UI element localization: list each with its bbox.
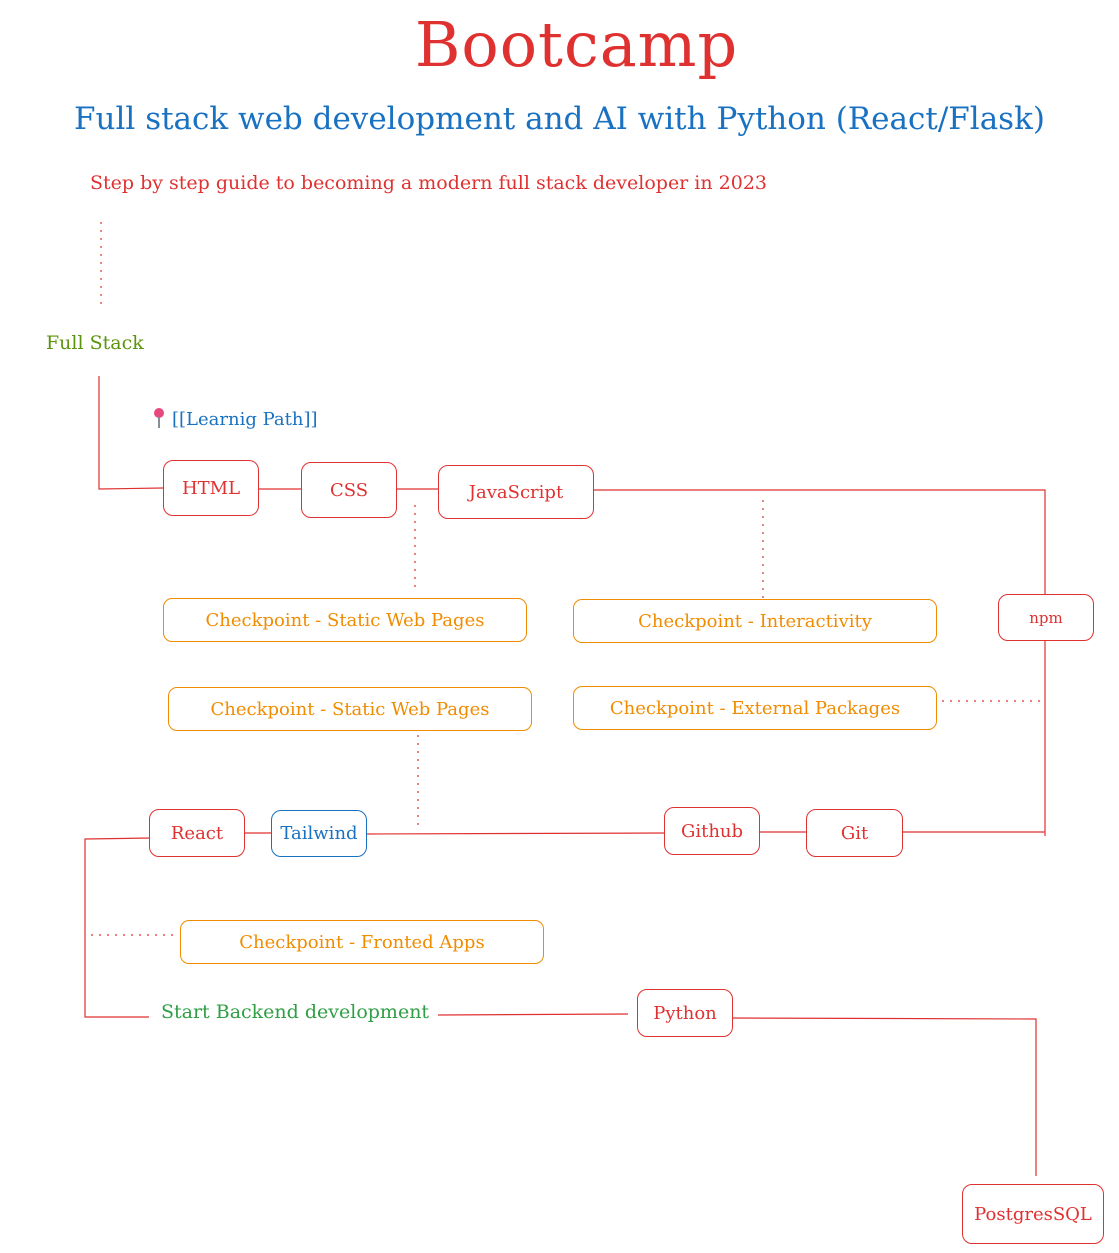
node-css-label: CSS [329, 479, 369, 501]
node-css[interactable]: CSS [301, 462, 397, 518]
learning-path-label: [[Learnig Path]] [172, 408, 318, 430]
node-javascript[interactable]: JavaScript [438, 465, 594, 519]
node-npm[interactable]: npm [998, 594, 1094, 641]
backend-start-label: Start Backend development [157, 1001, 434, 1023]
node-javascript-label: JavaScript [468, 481, 564, 503]
node-github-label: Github [680, 820, 744, 842]
checkpoint-interactivity[interactable]: Checkpoint - Interactivity [573, 599, 937, 643]
checkpoint-static-web-pages-1[interactable]: Checkpoint - Static Web Pages [163, 598, 527, 642]
pin-icon [152, 408, 166, 430]
node-tailwind-label: Tailwind [280, 823, 358, 844]
node-npm-label: npm [1029, 608, 1063, 627]
node-python-label: Python [653, 1002, 717, 1024]
full-stack-label: Full Stack [46, 332, 144, 354]
node-tailwind[interactable]: Tailwind [271, 810, 367, 857]
page-subtitle: Full stack web development and AI with P… [74, 101, 1045, 137]
checkpoint-frontend-label: Checkpoint - Fronted Apps [239, 931, 485, 953]
node-python[interactable]: Python [637, 989, 733, 1037]
node-react-label: React [170, 822, 224, 844]
checkpoint-external-label: Checkpoint - External Packages [609, 697, 901, 719]
node-postgressql[interactable]: PostgresSQL [962, 1184, 1104, 1244]
node-postgres-label: PostgresSQL [974, 1203, 1092, 1225]
checkpoint-fronted-apps[interactable]: Checkpoint - Fronted Apps [180, 920, 544, 964]
checkpoint-interactivity-label: Checkpoint - Interactivity [638, 610, 872, 632]
node-react[interactable]: React [149, 809, 245, 857]
node-git[interactable]: Git [806, 809, 903, 857]
checkpoint-external-packages[interactable]: Checkpoint - External Packages [573, 686, 937, 730]
node-git-label: Git [840, 822, 869, 844]
learning-path-link[interactable]: [[Learnig Path]] [152, 408, 318, 430]
node-html[interactable]: HTML [163, 460, 259, 516]
node-html-label: HTML [181, 477, 241, 499]
node-github[interactable]: Github [664, 807, 760, 855]
checkpoint-static-web-pages-2[interactable]: Checkpoint - Static Web Pages [168, 687, 532, 731]
checkpoint-static-2-label: Checkpoint - Static Web Pages [210, 698, 490, 720]
guide-text: Step by step guide to becoming a modern … [90, 172, 768, 194]
checkpoint-static-1-label: Checkpoint - Static Web Pages [205, 609, 485, 631]
page-title: Bootcamp [414, 8, 739, 81]
